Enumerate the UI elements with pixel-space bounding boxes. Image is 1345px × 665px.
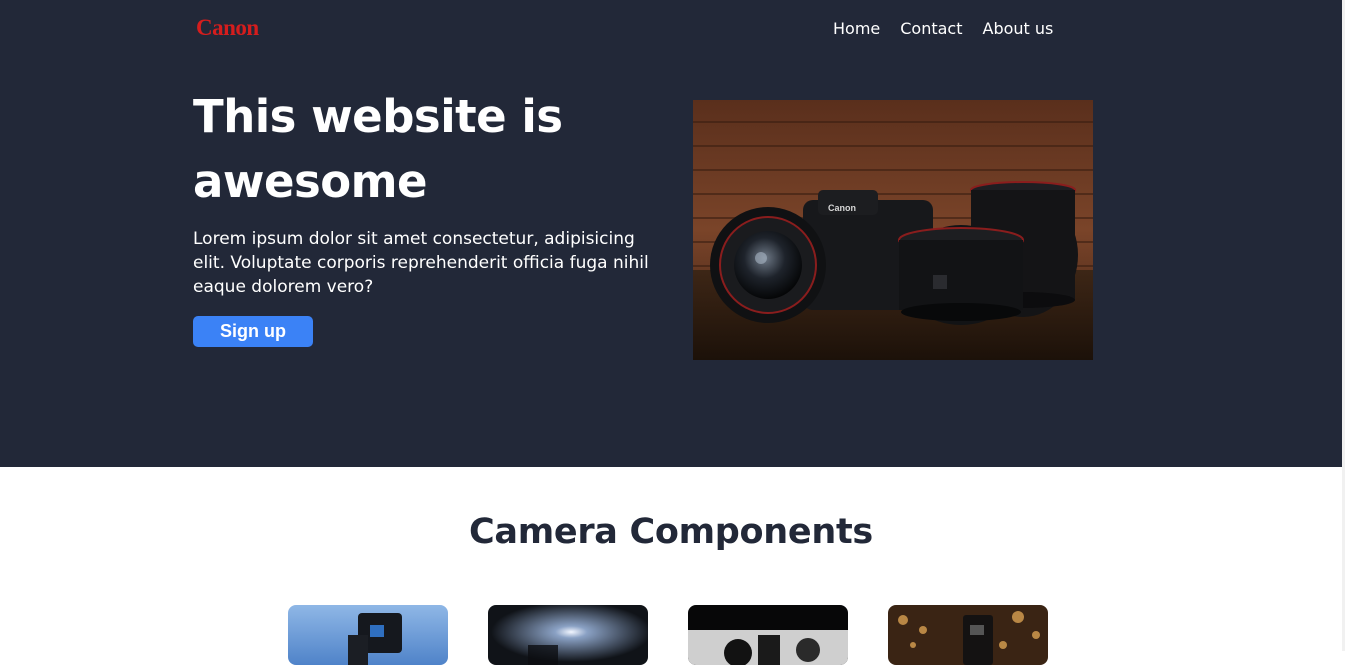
camera-closeup-image [688, 605, 848, 665]
lens-light-image [488, 605, 648, 665]
svg-text:Canon: Canon [828, 203, 856, 213]
signup-button[interactable]: Sign up [193, 316, 313, 347]
components-title: Camera Components [469, 512, 873, 552]
hero-description: Lorem ipsum dolor sit amet consectetur, … [193, 229, 649, 297]
nav-contact-link[interactable]: Contact [900, 19, 962, 39]
camera-bokeh-image [888, 605, 1048, 665]
component-card-1[interactable] [288, 605, 448, 665]
nav-home-link[interactable]: Home [833, 19, 880, 39]
hero-headline: This website is awesome [193, 90, 563, 208]
main-nav: Home Contact About us [833, 19, 1053, 39]
component-card-4[interactable] [888, 605, 1048, 665]
nav-about-link[interactable]: About us [983, 19, 1054, 39]
hero-camera-image: Canon [693, 100, 1093, 360]
component-card-2[interactable] [488, 605, 648, 665]
camera-rig-image [288, 605, 448, 665]
hero-section: Canon Home Contact About us This website… [0, 0, 1342, 467]
component-card-3[interactable] [688, 605, 848, 665]
canon-logo[interactable]: Canon [196, 15, 259, 41]
